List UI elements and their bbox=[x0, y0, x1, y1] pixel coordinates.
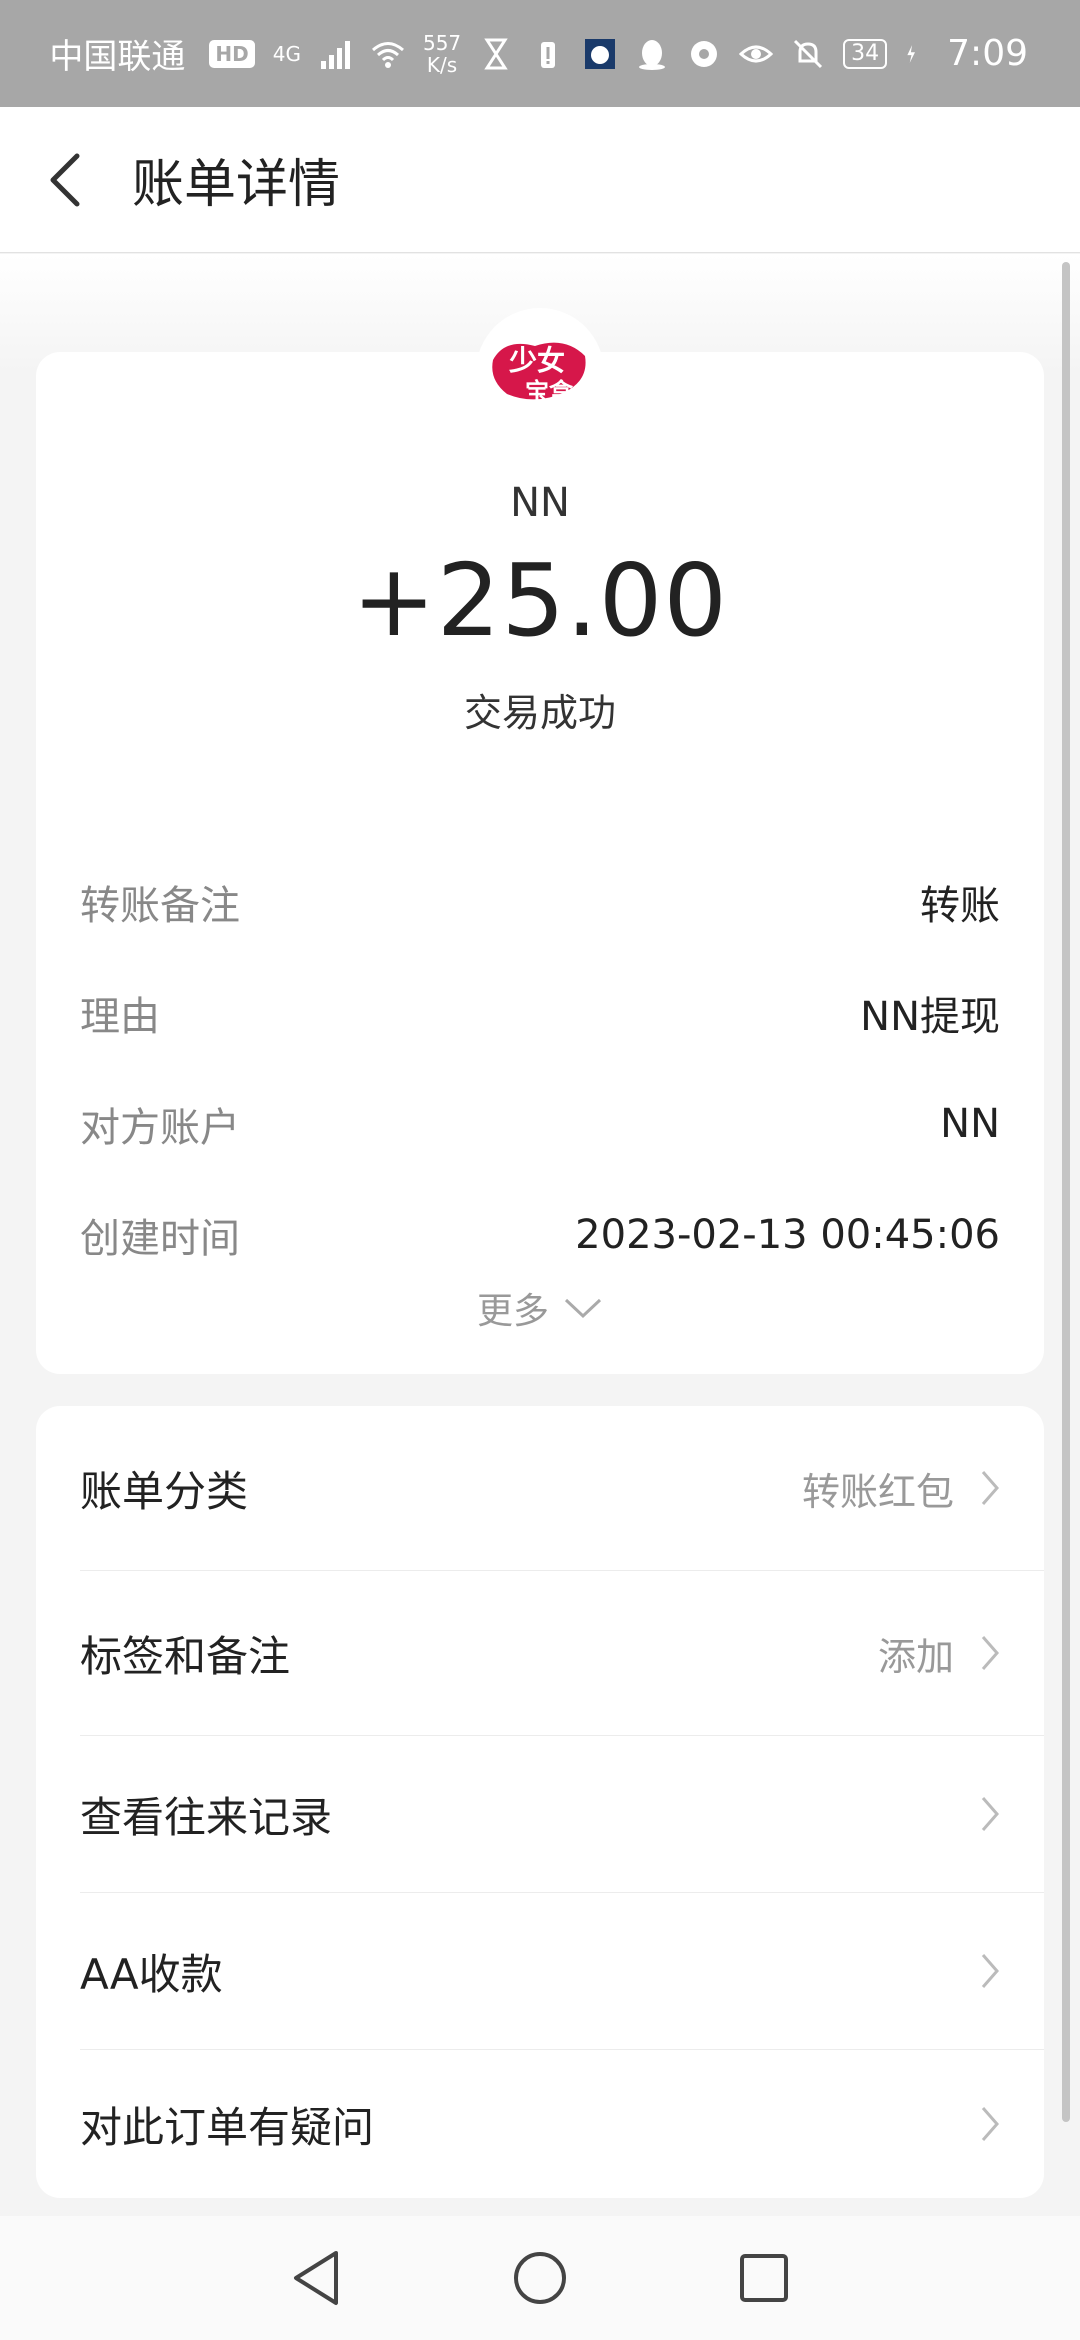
action-label: 标签和备注 bbox=[80, 1631, 291, 1681]
nav-home-button[interactable] bbox=[508, 2246, 572, 2310]
more-button[interactable]: 更多 bbox=[36, 1282, 1044, 1334]
action-label: 账单分类 bbox=[80, 1466, 249, 1516]
merchant-logo: 少女 宝盒 bbox=[476, 308, 604, 436]
nav-back-button[interactable] bbox=[284, 2246, 348, 2310]
detail-row-account: 对方账户 NN bbox=[80, 1094, 1000, 1154]
chevron-down-icon bbox=[564, 1298, 602, 1319]
detail-label: 对方账户 bbox=[80, 1105, 240, 1151]
logo-text-bottom: 宝盒 bbox=[525, 378, 574, 406]
action-label: 对此订单有疑问 bbox=[80, 2102, 375, 2152]
chevron-right-icon bbox=[981, 1636, 999, 1670]
chevron-left-icon bbox=[50, 153, 80, 206]
page-title: 账单详情 bbox=[132, 155, 341, 215]
circle-home-icon bbox=[514, 2252, 566, 2304]
counterparty-name: NN bbox=[510, 480, 570, 526]
charging-icon bbox=[907, 44, 916, 63]
mute-bell-icon bbox=[794, 39, 823, 68]
battery-level: 34 bbox=[843, 38, 888, 69]
actions-card: 账单分类 转账红包 标签和备注 添加 查看往来记录 AA收款 对此订单有疑问 bbox=[36, 1406, 1044, 2198]
action-value: 添加 bbox=[877, 1634, 954, 1679]
detail-label: 创建时间 bbox=[80, 1216, 240, 1262]
pinwheel-icon bbox=[691, 40, 718, 67]
speed-unit: K/s bbox=[426, 52, 458, 77]
back-button[interactable] bbox=[0, 107, 130, 253]
detail-row-remark: 转账备注 转账 bbox=[80, 872, 1000, 932]
system-nav-bar bbox=[0, 2216, 1080, 2340]
qq-icon bbox=[639, 39, 666, 70]
detail-value: 转账 bbox=[920, 883, 1000, 929]
wifi-icon bbox=[371, 41, 404, 68]
transaction-status: 交易成功 bbox=[463, 691, 616, 735]
clock: 7:09 bbox=[947, 33, 1028, 74]
detail-label: 转账备注 bbox=[80, 883, 240, 929]
carrier-label: 中国联通 bbox=[49, 37, 186, 77]
action-view-history[interactable]: 查看往来记录 bbox=[36, 1736, 1044, 1892]
action-value: 转账红包 bbox=[801, 1469, 954, 1514]
merchant-logo-icon: 少女 宝盒 bbox=[492, 342, 586, 406]
detail-row-reason: 理由 NN提现 bbox=[80, 983, 1000, 1043]
action-label: 查看往来记录 bbox=[80, 1792, 333, 1842]
app-notification-icon bbox=[585, 38, 616, 69]
action-aa-collect[interactable]: AA收款 bbox=[36, 1893, 1044, 2049]
chevron-right-icon bbox=[981, 2107, 999, 2141]
square-recents-icon bbox=[740, 2254, 788, 2302]
network-speed: 557 K/s bbox=[423, 32, 461, 76]
triangle-back-icon bbox=[294, 2251, 338, 2305]
chevron-right-icon bbox=[981, 1954, 999, 1988]
scrollbar[interactable] bbox=[1062, 262, 1070, 2122]
detail-value: 2023-02-13 00:45:06 bbox=[575, 1212, 1000, 1258]
action-label: AA收款 bbox=[80, 1949, 223, 1999]
status-bar: 中国联通 HD 4G 557 K/s 34 7:09 bbox=[0, 0, 1080, 107]
logo-text-top: 少女 bbox=[509, 344, 565, 377]
detail-value: NN提现 bbox=[860, 994, 1000, 1040]
nav-recents-button[interactable] bbox=[732, 2246, 796, 2310]
eye-icon bbox=[739, 45, 774, 62]
chevron-right-icon bbox=[981, 1471, 999, 1505]
signal-icon bbox=[320, 40, 350, 69]
speed-value: 557 bbox=[422, 30, 462, 55]
battery-alert-icon bbox=[541, 41, 556, 68]
detail-row-created-time: 创建时间 2023-02-13 00:45:06 bbox=[80, 1205, 1000, 1265]
detail-value: NN bbox=[940, 1101, 1000, 1147]
transaction-card: 少女 宝盒 NN +25.00 交易成功 转账备注 转账 理由 NN提现 对方账… bbox=[36, 308, 1044, 1374]
transaction-amount: +25.00 bbox=[351, 542, 729, 659]
hourglass-icon bbox=[484, 38, 508, 69]
app-header: 账单详情 bbox=[0, 107, 1080, 253]
detail-label: 理由 bbox=[80, 994, 160, 1040]
action-bill-category[interactable]: 账单分类 转账红包 bbox=[36, 1406, 1044, 1570]
action-order-question[interactable]: 对此订单有疑问 bbox=[36, 2050, 1044, 2198]
more-label: 更多 bbox=[476, 1291, 549, 1332]
network-type: 4G bbox=[272, 41, 301, 66]
action-tags-notes[interactable]: 标签和备注 添加 bbox=[36, 1571, 1044, 1735]
hd-badge: HD bbox=[209, 39, 255, 68]
chevron-right-icon bbox=[981, 1797, 999, 1831]
